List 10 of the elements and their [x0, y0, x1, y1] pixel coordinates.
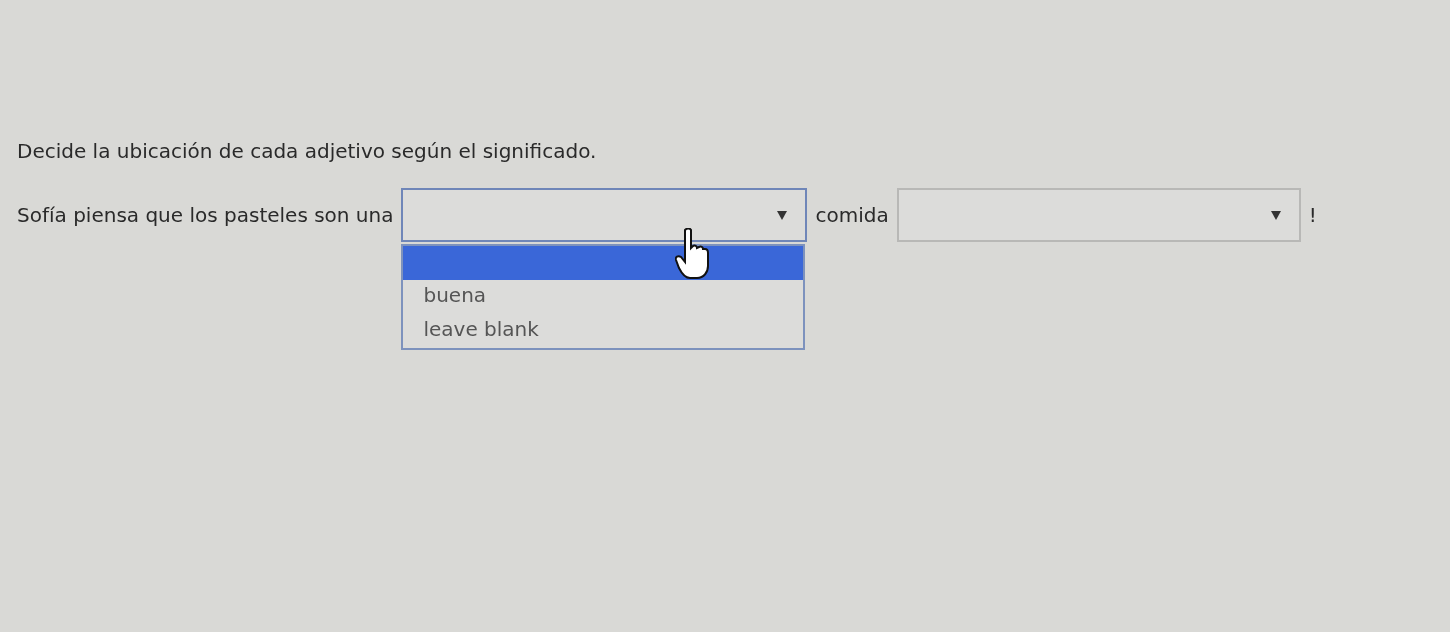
caret-icon	[777, 210, 788, 220]
caret-icon	[1270, 210, 1281, 220]
sentence-text: !	[1308, 202, 1317, 229]
hand-cursor-icon	[675, 228, 710, 280]
dropdown-option[interactable]: leave blank	[403, 314, 804, 348]
sentence-text: comida	[815, 202, 889, 229]
dropdown-option[interactable]: buena	[403, 280, 804, 314]
sentence-text: Sofía piensa que los pasteles son una	[17, 202, 394, 229]
instruction-text: Decide la ubicación de cada adjetivo según el significado.	[17, 138, 598, 165]
dropdown-option[interactable]	[403, 246, 804, 280]
